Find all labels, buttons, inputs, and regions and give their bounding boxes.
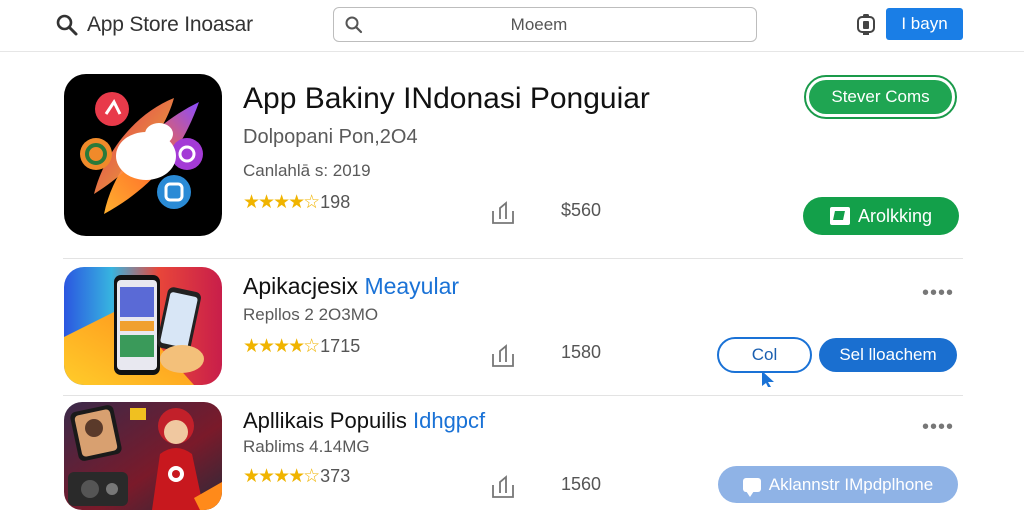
search-box[interactable] — [333, 7, 757, 42]
app-title-accent: Meayular — [364, 273, 460, 299]
rating-count: 1715 — [320, 336, 361, 356]
app-title[interactable]: App Bakiny INdonasi Ponguiar — [243, 82, 650, 116]
cursor-icon — [760, 370, 776, 393]
get-button[interactable]: Stever Coms — [804, 75, 957, 119]
app-title-accent: Idhgpcf — [412, 408, 486, 433]
share-icon[interactable] — [491, 344, 517, 373]
action-button-label: Arolkking — [857, 205, 933, 226]
buy-button[interactable]: I bayn — [886, 8, 963, 40]
more-options-icon[interactable]: •••• — [922, 282, 954, 305]
install-button[interactable]: Sel lloachem — [819, 338, 957, 372]
star-rating-icon: ★★★★☆ — [243, 336, 320, 357]
app-title[interactable]: Apllikais Popuilis Idhgpcf — [243, 408, 485, 434]
price: 1580 — [561, 342, 602, 362]
install-button-label: Aklannstr IMpdplhone — [768, 474, 934, 494]
open-button[interactable]: Col — [717, 337, 812, 373]
app-subtitle: Rablims 4.14MG — [243, 437, 370, 456]
app-title[interactable]: Apikacjesix Meayular — [243, 273, 459, 300]
rating: ★★★★☆ 1715 — [243, 335, 360, 358]
search-icon — [55, 13, 79, 37]
star-rating-icon: ★★★★☆ — [243, 192, 320, 213]
app-store-title: App Store Inoasar — [87, 13, 253, 36]
app-title-main: Apllikais Popuilis — [243, 408, 407, 433]
rating-count: 373 — [320, 466, 351, 486]
search-icon — [344, 15, 364, 40]
share-icon[interactable] — [491, 201, 517, 230]
divider — [63, 395, 963, 396]
chat-icon — [742, 477, 761, 497]
app-subtitle: Dolpopani Pon,2O4 — [243, 126, 418, 148]
app-title-main: Apikacjesix — [243, 273, 359, 299]
brand[interactable]: App Store Inoasar — [55, 11, 253, 39]
search-input[interactable] — [374, 11, 744, 38]
price: 1560 — [561, 474, 602, 494]
share-icon[interactable] — [491, 475, 517, 504]
top-bar: App Store Inoasar I bayn — [0, 0, 1024, 52]
app-icon[interactable] — [64, 267, 222, 385]
notification-icon[interactable] — [855, 13, 877, 42]
rating: ★★★★☆ 198 — [243, 191, 350, 214]
app-icon[interactable] — [64, 74, 222, 236]
star-rating-icon: ★★★★☆ — [243, 466, 320, 487]
rating: ★★★★☆ 373 — [243, 465, 350, 488]
rating-count: 198 — [320, 192, 351, 212]
app-subtitle: Repllos 2 2O3MO — [243, 305, 379, 324]
divider — [63, 258, 963, 259]
install-button[interactable]: Aklannstr IMpdplhone — [718, 466, 958, 503]
price: $560 — [561, 200, 602, 220]
edit-icon — [829, 207, 850, 225]
more-options-icon[interactable]: •••• — [922, 416, 954, 439]
app-icon[interactable] — [64, 402, 222, 510]
get-button-label: Stever Coms — [809, 80, 952, 114]
app-release-info: Canlahlā s: 2019 — [243, 161, 371, 180]
action-button[interactable]: Arolkking — [803, 197, 959, 235]
